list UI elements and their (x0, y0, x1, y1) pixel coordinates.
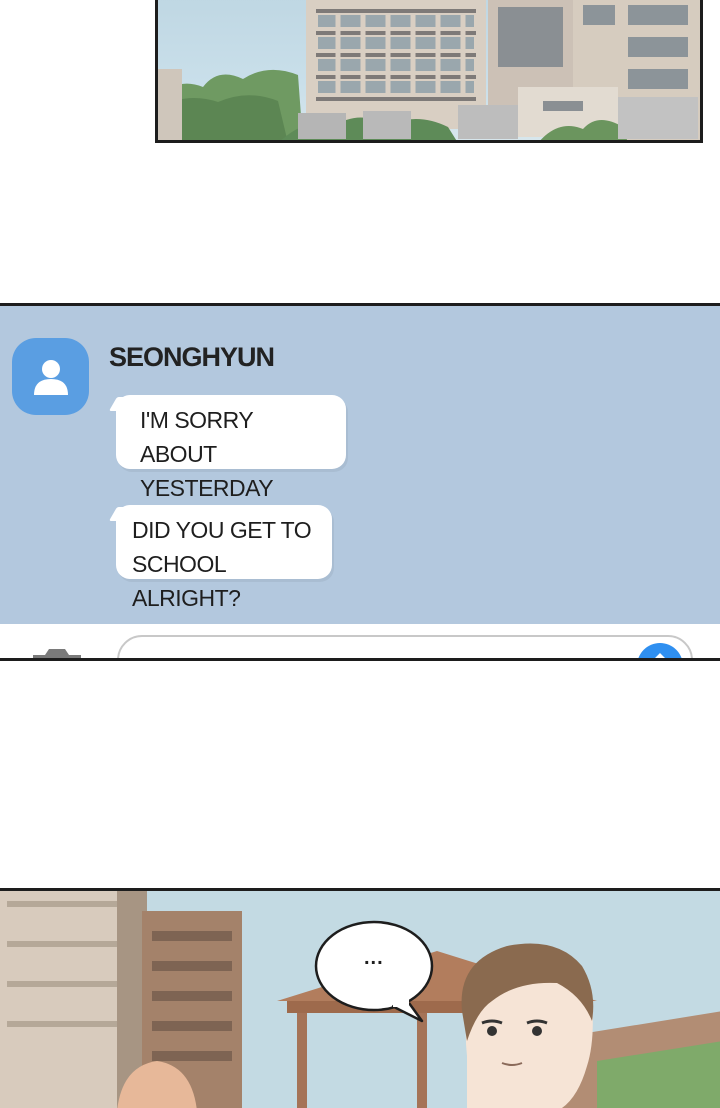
message-line: I'M SORRY ABOUT (140, 407, 253, 467)
message-bubble: I'M SORRY ABOUT YESTERDAY (116, 395, 346, 501)
user-icon (33, 359, 68, 395)
scene-illustration (0, 891, 720, 1108)
speech-bubble-text: ... (364, 947, 384, 969)
building-panel (155, 0, 703, 143)
send-button[interactable] (637, 643, 683, 658)
message-line: YESTERDAY (140, 475, 274, 501)
camera-icon[interactable] (31, 649, 83, 661)
message-line: SCHOOL ALRIGHT? (132, 551, 241, 611)
message-bubble: DID YOU GET TO SCHOOL ALRIGHT? (116, 505, 332, 611)
sender-name: SEONGHYUN (109, 342, 275, 372)
school-building-illustration (158, 0, 700, 140)
message-input[interactable] (117, 635, 693, 658)
chat-panel: SEONGHYUN I'M SORRY ABOUT YESTERDAY DID … (0, 303, 720, 661)
chat-input-bar (0, 624, 720, 661)
message-line: DID YOU GET TO (132, 517, 312, 543)
scene-panel: ... (0, 888, 720, 1108)
send-icon (655, 653, 665, 658)
contact-avatar[interactable] (12, 338, 89, 415)
